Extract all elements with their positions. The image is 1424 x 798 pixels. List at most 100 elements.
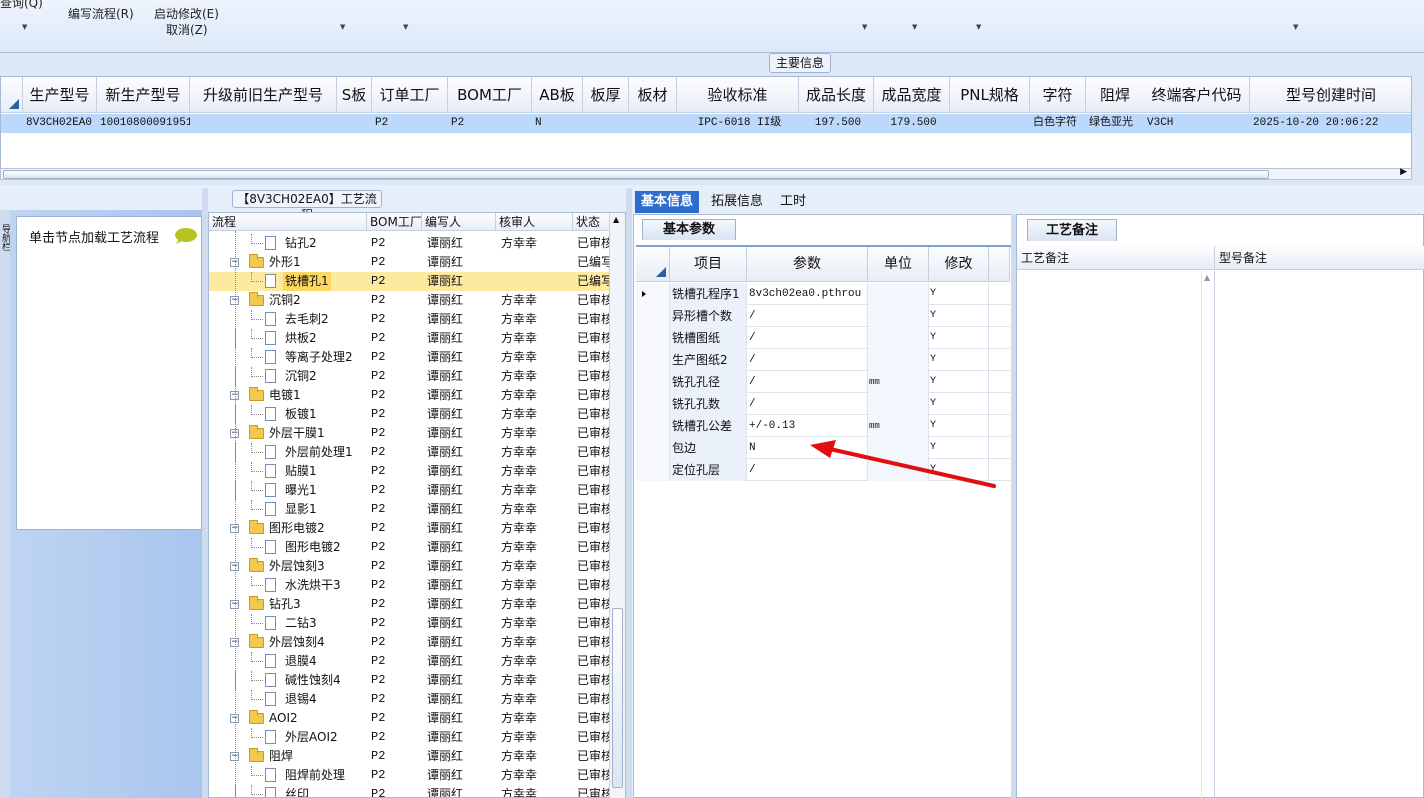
column-header[interactable]: 状态 xyxy=(573,213,611,231)
remarks-caption[interactable]: 工艺备注 xyxy=(1027,219,1117,241)
param-edit-flag[interactable]: Y xyxy=(929,327,989,349)
param-item[interactable]: 铣孔孔径 xyxy=(670,371,747,393)
param-item[interactable]: 铣槽图纸 xyxy=(670,327,747,349)
tree-node-label[interactable]: 电镀1 xyxy=(269,386,301,405)
tree-node-label[interactable]: 外形1 xyxy=(269,253,301,272)
param-value[interactable]: / xyxy=(747,393,868,415)
column-header[interactable]: 字符 xyxy=(1030,77,1086,113)
param-value[interactable]: 8v3ch02ea0.pthrou xyxy=(747,283,868,305)
column-header[interactable]: S板 xyxy=(337,77,372,113)
column-header[interactable]: 核审人 xyxy=(496,213,573,231)
cancel-button[interactable]: 取消(Z) xyxy=(166,21,208,38)
tree-node-label[interactable]: 沉铜2 xyxy=(269,291,301,310)
tree-row[interactable]: −AOI2P2谭丽红方幸幸已审核 xyxy=(209,709,609,728)
scrollbar-thumb[interactable] xyxy=(612,608,623,788)
start-modify-button[interactable]: 启动修改(E) xyxy=(154,5,219,22)
tree-node-label[interactable]: 烘板2 xyxy=(285,329,317,348)
tree-node-label[interactable]: 图形电镀2 xyxy=(285,538,341,557)
column-header[interactable]: 板材 xyxy=(629,77,677,113)
tree-row[interactable]: 外层AOI2 P2 谭丽红 方幸幸 已审核 xyxy=(209,728,609,747)
table-cell[interactable]: 2025-10-20 20:06:22 xyxy=(1250,114,1411,133)
table-cell[interactable] xyxy=(190,114,337,133)
tree-row[interactable]: 曝光1 P2 谭丽红 方幸幸 已审核 xyxy=(209,481,609,500)
tree-node-label[interactable]: AOI2 xyxy=(269,709,298,728)
tree-row[interactable]: 显影1 P2 谭丽红 方幸幸 已审核 xyxy=(209,500,609,519)
tree-vscrollbar[interactable]: ▲ xyxy=(609,213,625,798)
dropdown-arrow-icon[interactable]: ▼ xyxy=(403,23,408,31)
param-value[interactable]: / xyxy=(747,305,868,327)
param-item[interactable]: 异形槽个数 xyxy=(670,305,747,327)
tab-basic-info[interactable]: 基本信息 xyxy=(635,191,700,213)
tree-row[interactable]: 退锡4 P2 谭丽红 方幸幸 已审核 xyxy=(209,690,609,709)
param-edit-flag[interactable]: Y xyxy=(929,305,989,327)
param-row[interactable]: 铣孔孔数 / Y xyxy=(636,393,1010,415)
column-header[interactable]: 订单工厂 xyxy=(372,77,448,113)
tree-node-label[interactable]: 外层蚀刻3 xyxy=(269,557,325,576)
tree-row[interactable]: −图形电镀2P2谭丽红方幸幸已审核 xyxy=(209,519,609,538)
tree-node-label[interactable]: 等离子处理2 xyxy=(285,348,353,367)
column-header[interactable]: PNL规格 xyxy=(950,77,1030,113)
table-cell[interactable]: 179.500 xyxy=(874,114,950,133)
param-unit[interactable]: mm xyxy=(868,371,929,393)
tree-node-label[interactable]: 退膜4 xyxy=(285,652,317,671)
column-header[interactable]: 生产型号 xyxy=(23,77,97,113)
column-header[interactable]: 成品宽度 xyxy=(874,77,950,113)
tree-node-label[interactable]: 外层AOI2 xyxy=(285,728,338,747)
param-edit-flag[interactable]: Y xyxy=(929,283,989,305)
param-edit-flag[interactable]: Y xyxy=(929,393,989,415)
tree-node-label[interactable]: 二钻3 xyxy=(285,614,317,633)
row-indicator[interactable] xyxy=(636,371,670,393)
row-indicator[interactable] xyxy=(1,114,23,133)
tree-row[interactable]: 贴膜1 P2 谭丽红 方幸幸 已审核 xyxy=(209,462,609,481)
param-unit[interactable] xyxy=(868,349,929,371)
param-value[interactable]: / xyxy=(747,349,868,371)
middle-splitter[interactable] xyxy=(626,188,632,798)
edit-flow-button[interactable]: 编写流程(R) xyxy=(68,5,134,22)
tree-node-label[interactable]: 外层干膜1 xyxy=(269,424,325,443)
tree-row[interactable]: 铣槽孔1 P2 谭丽红 已编写 xyxy=(209,272,609,291)
column-header[interactable]: 升级前旧生产型号 xyxy=(190,77,337,113)
left-side-tab[interactable]: 导航栏 xyxy=(0,210,10,798)
table-cell[interactable]: N xyxy=(532,114,583,133)
table-cell[interactable]: 10010800091951 xyxy=(97,114,190,133)
remarks-vscrollbar[interactable]: ▲ xyxy=(1201,271,1215,798)
table-cell[interactable]: 白色字符 xyxy=(1030,114,1086,133)
tree-node-label[interactable]: 显影1 xyxy=(285,500,317,519)
param-item[interactable]: 铣孔孔数 xyxy=(670,393,747,415)
column-header[interactable]: BOM工厂 xyxy=(448,77,532,113)
column-header[interactable]: 编写人 xyxy=(422,213,496,231)
table-cell[interactable]: IPC-6018 II级 xyxy=(677,114,799,133)
column-header[interactable]: 修改 xyxy=(929,247,989,282)
row-indicator[interactable] xyxy=(636,349,670,371)
tree-row[interactable]: −阻焊P2谭丽红方幸幸已审核 xyxy=(209,747,609,766)
table-cell[interactable]: 8V3CH02EA0 xyxy=(23,114,97,133)
tree-row[interactable]: 外层前处理1 P2 谭丽红 方幸幸 已审核 xyxy=(209,443,609,462)
tree-row[interactable]: 等离子处理2 P2 谭丽红 方幸幸 已审核 xyxy=(209,348,609,367)
tree-row[interactable]: −外形1P2谭丽红已编写 xyxy=(209,253,609,272)
param-item[interactable]: 包边 xyxy=(670,437,747,459)
param-row[interactable]: 生产图纸2/ Y xyxy=(636,349,1010,371)
dropdown-arrow-icon[interactable]: ▼ xyxy=(1293,23,1298,31)
row-indicator[interactable] xyxy=(636,393,670,415)
column-header[interactable]: BOM工厂 xyxy=(367,213,422,231)
tree-node-label[interactable]: 贴膜1 xyxy=(285,462,317,481)
param-unit[interactable] xyxy=(868,327,929,349)
tree-node-label[interactable]: 水洗烘干3 xyxy=(285,576,341,595)
row-indicator[interactable] xyxy=(636,283,670,305)
param-unit[interactable] xyxy=(868,393,929,415)
tab-extended-info[interactable]: 拓展信息 xyxy=(705,191,769,213)
param-unit[interactable] xyxy=(868,305,929,327)
param-item[interactable]: 铣槽孔程序1 xyxy=(670,283,747,305)
column-header[interactable]: 参数 xyxy=(747,247,868,282)
tree-node-label[interactable]: 钻孔3 xyxy=(269,595,301,614)
tree-node-label[interactable]: 曝光1 xyxy=(285,481,317,500)
param-item[interactable]: 定位孔层 xyxy=(670,459,747,481)
scroll-up-icon[interactable]: ▲ xyxy=(1204,273,1210,282)
table-cell[interactable]: P2 xyxy=(448,114,532,133)
tree-row[interactable]: −沉铜2P2谭丽红方幸幸已审核 xyxy=(209,291,609,310)
tree-node-label[interactable]: 退锡4 xyxy=(285,690,317,709)
dropdown-arrow-icon[interactable]: ▼ xyxy=(862,23,867,31)
tree-row[interactable]: −电镀1P2谭丽红方幸幸已审核 xyxy=(209,386,609,405)
tree-row[interactable]: 二钻3 P2 谭丽红 方幸幸 已审核 xyxy=(209,614,609,633)
tree-node-label[interactable]: 丝印 xyxy=(285,785,309,797)
